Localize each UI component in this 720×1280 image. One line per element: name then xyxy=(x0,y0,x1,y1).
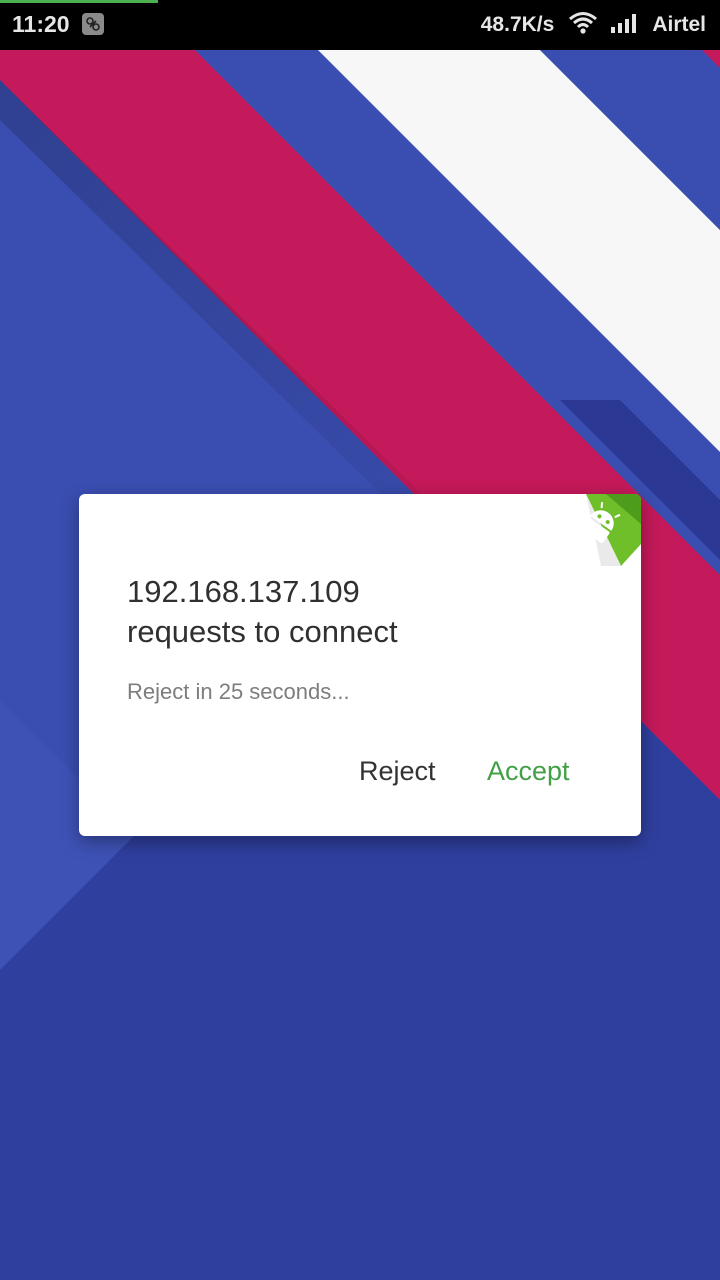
requester-ip: 192.168.137.109 xyxy=(127,574,360,609)
notification-icon xyxy=(82,13,104,35)
signal-icon xyxy=(610,12,640,39)
reject-button[interactable]: Reject xyxy=(353,752,442,791)
android-icon xyxy=(581,494,641,566)
network-speed: 48.7K/s xyxy=(480,13,555,36)
carrier-name: Airtel xyxy=(652,13,706,36)
status-time: 11:20 xyxy=(12,11,70,37)
status-bar: 11:20 48.7K/s Airtel xyxy=(0,0,720,50)
wifi-icon xyxy=(568,11,598,40)
dialog-title: 192.168.137.109 requests to connect xyxy=(127,572,567,652)
accept-button[interactable]: Accept xyxy=(481,752,576,791)
request-message: requests to connect xyxy=(127,614,398,649)
connection-request-dialog: 192.168.137.109 requests to connect Reje… xyxy=(79,494,641,836)
loading-progress xyxy=(0,0,158,3)
countdown-text: Reject in 25 seconds... xyxy=(127,679,350,704)
